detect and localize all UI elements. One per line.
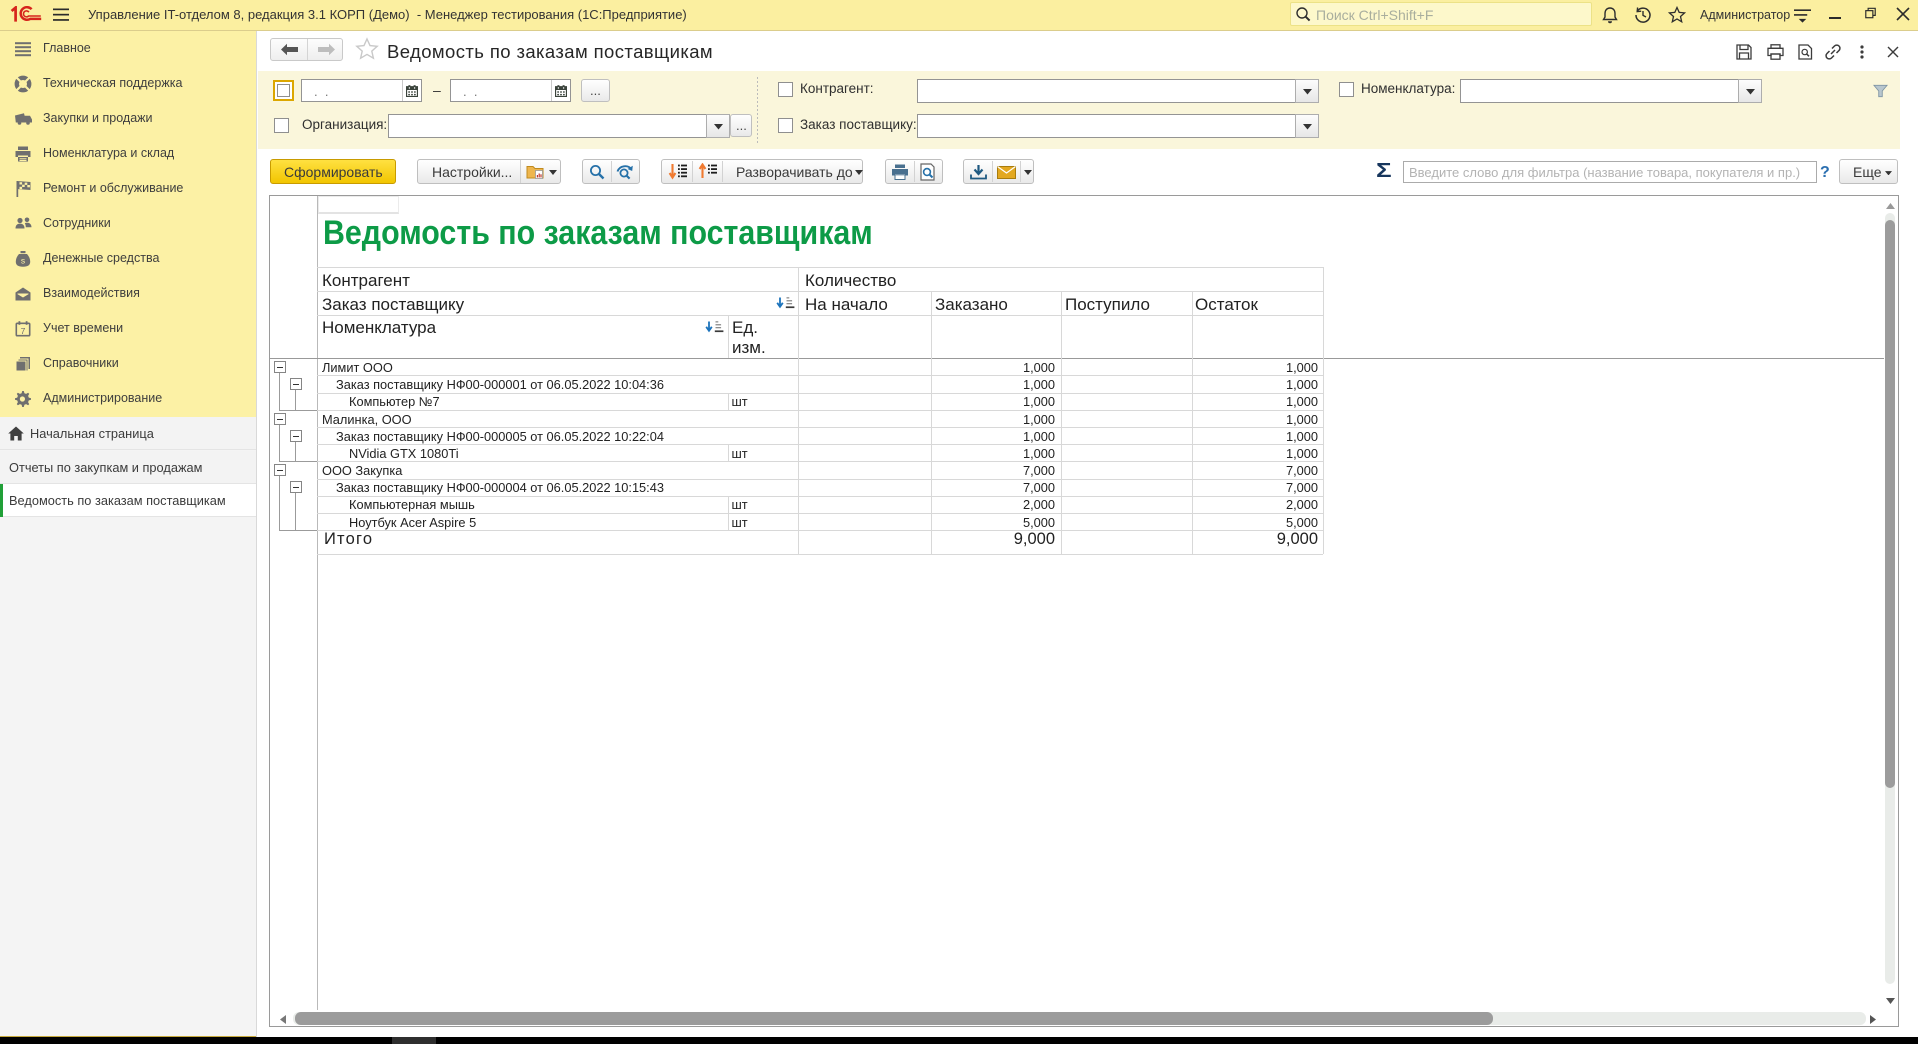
svg-text:7: 7 <box>21 326 26 336</box>
svg-text:s: s <box>21 256 25 266</box>
